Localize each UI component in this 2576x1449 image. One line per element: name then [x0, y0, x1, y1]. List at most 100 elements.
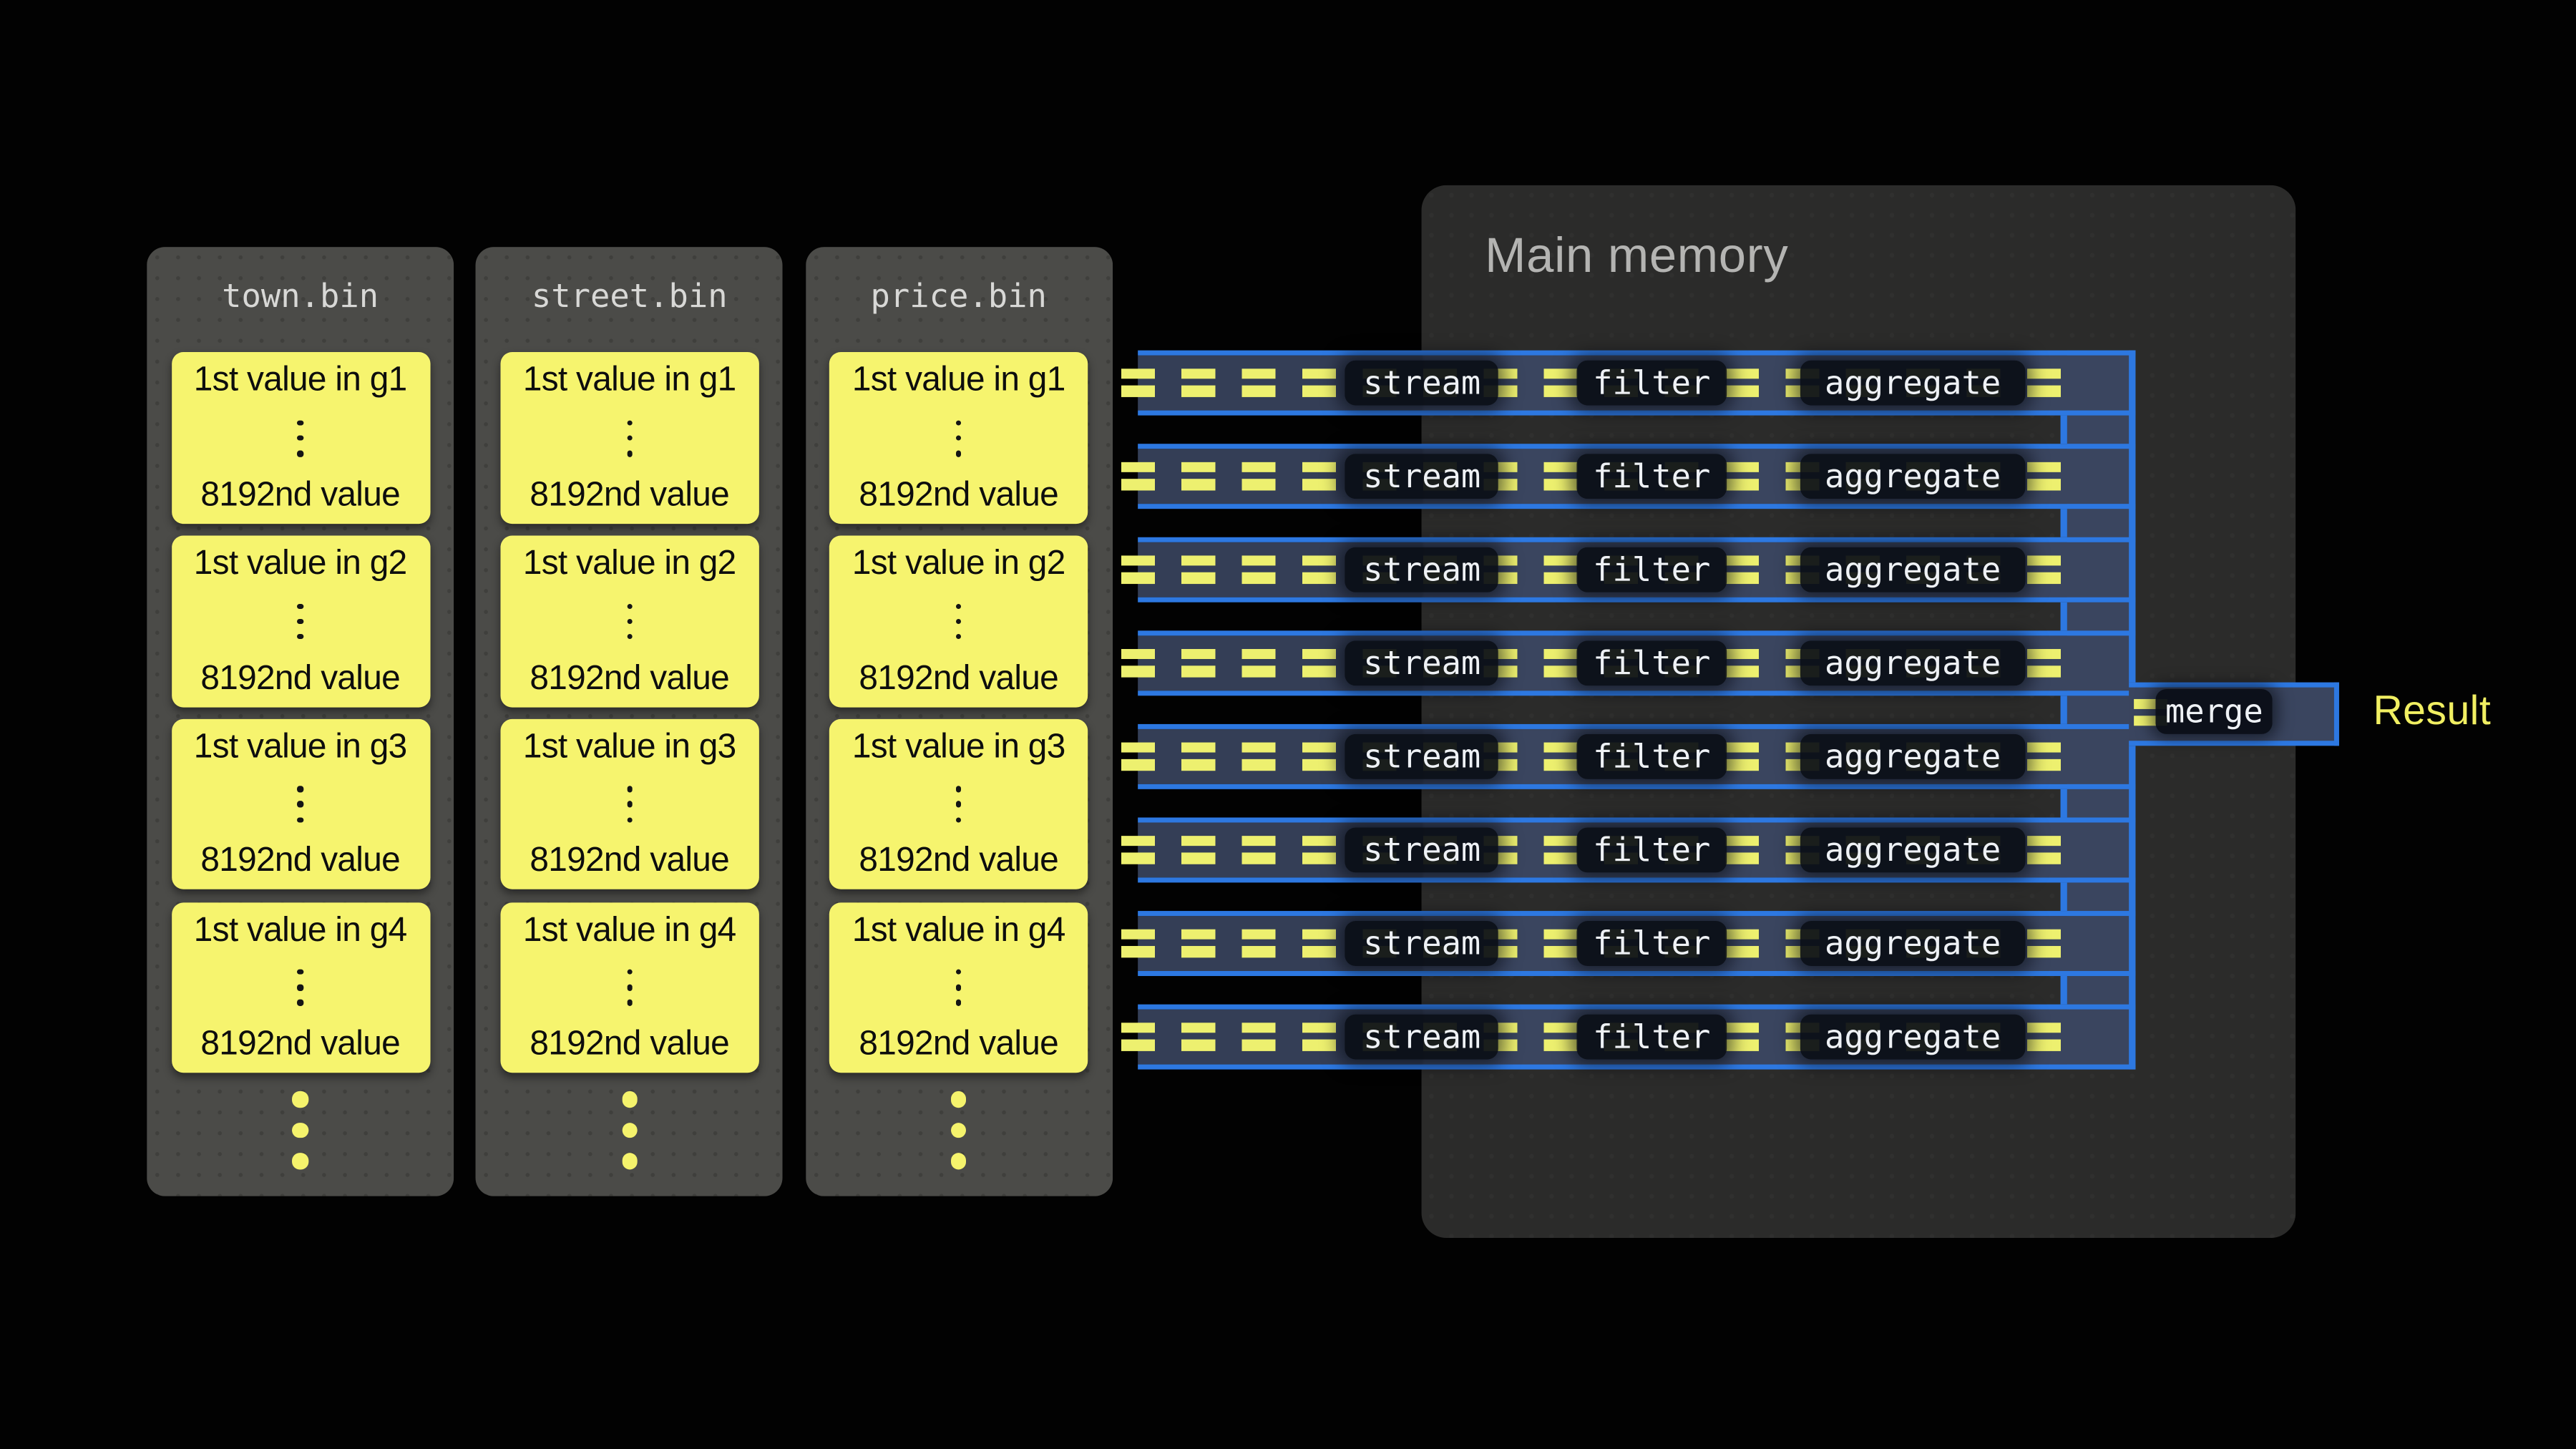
group-first-value: 1st value in g3	[852, 727, 1065, 767]
stage-label: filter	[1593, 550, 1710, 588]
pipeline-row: stream filter aggregate	[1138, 631, 2136, 696]
stage-label: stream	[1363, 363, 1480, 401]
group-ellipsis	[956, 781, 962, 827]
stage-chip-aggregate: aggregate	[1800, 547, 2026, 592]
row-divider-cap	[2061, 789, 2067, 818]
group-box-g2: 1st value in g2 8192nd value	[500, 536, 758, 707]
stage-chip-filter: filter	[1576, 920, 1727, 965]
group-ellipsis	[956, 415, 962, 461]
stage-label: aggregate	[1825, 363, 2001, 401]
stage-label: filter	[1593, 924, 1710, 962]
group-ellipsis	[627, 781, 633, 827]
group-last-value: 8192nd value	[200, 1025, 400, 1065]
stage-label: filter	[1593, 737, 1710, 776]
stage-label: stream	[1363, 924, 1480, 962]
row-divider-cap	[2061, 976, 2067, 1005]
group-box-g1: 1st value in g1 8192nd value	[171, 353, 429, 524]
group-ellipsis	[956, 598, 962, 644]
stage-label: stream	[1363, 830, 1480, 869]
pipeline-container-border	[2129, 746, 2136, 1070]
main-memory-title: Main memory	[1485, 228, 1788, 284]
stage-chip-stream: stream	[1345, 360, 1499, 405]
stage-chip-aggregate: aggregate	[1800, 920, 2026, 965]
group-ellipsis	[298, 415, 303, 461]
stage-label: stream	[1363, 550, 1480, 588]
group-first-value: 1st value in g4	[852, 910, 1065, 950]
diagram-canvas: town.bin 1st value in g1 8192nd value 1s…	[0, 0, 2576, 1449]
stage-chip-stream: stream	[1345, 1014, 1499, 1059]
group-box-g3: 1st value in g3 8192nd value	[500, 718, 758, 889]
row-divider-cap	[2061, 696, 2067, 725]
group-first-value: 1st value in g2	[852, 544, 1065, 584]
file-name-label: town.bin	[147, 275, 454, 319]
group-box-g1: 1st value in g1 8192nd value	[829, 353, 1088, 524]
merge-band: merge	[2129, 682, 2339, 746]
stage-chip-aggregate: aggregate	[1800, 733, 2026, 779]
group-ellipsis	[298, 781, 303, 827]
group-last-value: 8192nd value	[200, 658, 400, 698]
stage-label: aggregate	[1825, 1017, 2001, 1055]
group-ellipsis	[627, 415, 633, 461]
stage-label: aggregate	[1825, 924, 2001, 962]
group-last-value: 8192nd value	[859, 1025, 1058, 1065]
group-last-value: 8192nd value	[530, 476, 729, 516]
stage-label: aggregate	[1825, 550, 2001, 588]
group-box-g1: 1st value in g1 8192nd value	[500, 353, 758, 524]
merge-label: merge	[2165, 693, 2263, 732]
group-ellipsis	[298, 965, 303, 1010]
stage-chip-stream: stream	[1345, 826, 1499, 872]
pipeline-row: stream filter aggregate	[1138, 1005, 2136, 1070]
group-box-g4: 1st value in g4 8192nd value	[171, 902, 429, 1073]
stage-label: filter	[1593, 457, 1710, 495]
stage-label: aggregate	[1825, 737, 2001, 776]
group-box-g4: 1st value in g4 8192nd value	[829, 902, 1088, 1073]
group-last-value: 8192nd value	[530, 1025, 729, 1065]
stage-chip-aggregate: aggregate	[1800, 1014, 2026, 1059]
group-box-g2: 1st value in g2 8192nd value	[829, 536, 1088, 707]
stage-label: stream	[1363, 737, 1480, 776]
stage-label: filter	[1593, 1017, 1710, 1055]
stage-chip-stream: stream	[1345, 453, 1499, 498]
pipeline-container-border	[2129, 351, 2136, 682]
pipeline-row: stream filter aggregate	[1138, 444, 2136, 509]
group-ellipsis	[627, 965, 633, 1010]
pipeline-row: stream filter aggregate	[1138, 725, 2136, 789]
file-column-street: street.bin 1st value in g1 8192nd value …	[476, 247, 783, 1196]
group-box-g2: 1st value in g2 8192nd value	[171, 536, 429, 707]
stage-label: stream	[1363, 457, 1480, 495]
merge-chip: merge	[2156, 690, 2272, 735]
group-last-value: 8192nd value	[530, 841, 729, 882]
group-last-value: 8192nd value	[530, 658, 729, 698]
group-first-value: 1st value in g3	[523, 727, 736, 767]
stage-chip-aggregate: aggregate	[1800, 640, 2026, 685]
pipeline-row: stream filter aggregate	[1138, 538, 2136, 602]
stage-chip-filter: filter	[1576, 547, 1727, 592]
group-first-value: 1st value in g1	[523, 361, 736, 401]
group-first-value: 1st value in g1	[852, 361, 1065, 401]
stage-chip-filter: filter	[1576, 640, 1727, 685]
row-divider-cap	[2061, 883, 2067, 912]
stage-chip-filter: filter	[1576, 733, 1727, 779]
result-label: Result	[2373, 688, 2491, 735]
group-ellipsis	[956, 965, 962, 1010]
stage-label: stream	[1363, 1017, 1480, 1055]
group-first-value: 1st value in g3	[194, 727, 407, 767]
group-last-value: 8192nd value	[859, 658, 1058, 698]
stage-label: aggregate	[1825, 643, 2001, 682]
group-box-g4: 1st value in g4 8192nd value	[500, 902, 758, 1073]
group-first-value: 1st value in g2	[194, 544, 407, 584]
group-last-value: 8192nd value	[200, 476, 400, 516]
stage-label: filter	[1593, 830, 1710, 869]
file-name-label: price.bin	[805, 275, 1112, 319]
row-divider-cap	[2061, 416, 2067, 444]
stage-chip-filter: filter	[1576, 826, 1727, 872]
pipeline-row: stream filter aggregate	[1138, 818, 2136, 882]
group-box-g3: 1st value in g3 8192nd value	[171, 718, 429, 889]
group-last-value: 8192nd value	[200, 841, 400, 882]
stage-chip-filter: filter	[1576, 453, 1727, 498]
group-first-value: 1st value in g1	[194, 361, 407, 401]
group-last-value: 8192nd value	[859, 841, 1058, 882]
group-first-value: 1st value in g4	[194, 910, 407, 950]
row-divider-cap	[2061, 602, 2067, 631]
stage-chip-aggregate: aggregate	[1800, 360, 2026, 405]
